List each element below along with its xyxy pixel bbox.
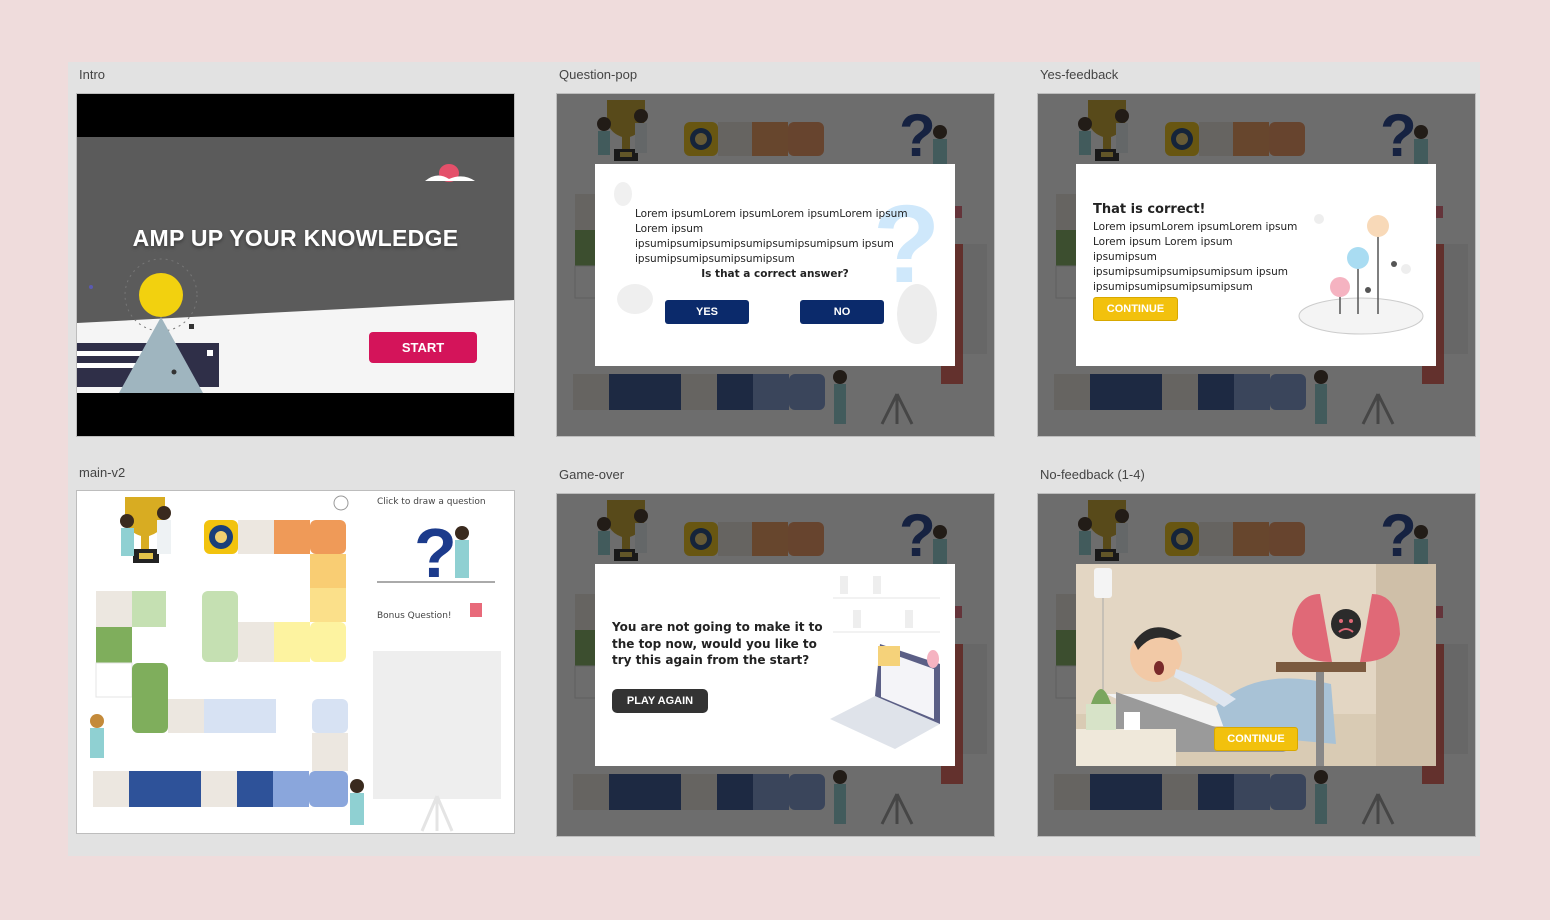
yes-button[interactable]: YES [665,300,749,324]
game-over-message: You are not going to make it to the top … [612,620,823,667]
frame-no-feedback: CONTINUE [1037,493,1476,837]
frame-intro: AMP UP YOUR KNOWLEDGE START [76,93,515,437]
game-board: ? [90,495,501,832]
frame-game-over: You are not going to make it to the top … [556,493,995,837]
frame-label-question-pop: Question-pop [559,67,638,82]
question-modal: ? Lorem ipsumLorem ipsumLorem ipsumLorem… [595,164,955,366]
continue-button[interactable]: CONTINUE [1093,297,1178,321]
start-button[interactable]: START [369,332,477,363]
play-again-button[interactable]: PLAY AGAIN [612,689,708,713]
draw-question-hint[interactable]: Click to draw a question [377,495,486,510]
svg-text:?: ? [414,514,457,592]
frame-label-game-over: Game-over [559,467,625,482]
frame-label-no-feedback: No-feedback (1-4) [1040,467,1145,482]
no-button[interactable]: NO [800,300,884,324]
question-prompt: Is that a correct answer? [701,268,849,280]
game-over-modal: You are not going to make it to the top … [595,564,955,766]
frame-main-v2: ? Click to draw a question Bonus Questio… [76,490,515,834]
frame-label-main-v2: main-v2 [79,465,126,480]
frame-label-intro: Intro [79,67,106,82]
intro-title: AMP UP YOUR KNOWLEDGE [132,225,459,251]
no-feedback-modal: CONTINUE [1076,564,1436,766]
correct-body: Lorem ipsumLorem ipsumLorem ipsum Lorem … [1093,221,1298,293]
intro-stage: AMP UP YOUR KNOWLEDGE START [77,137,514,393]
continue-button[interactable]: CONTINUE [1214,727,1298,751]
correct-modal: That is correct! Lorem ipsumLorem ipsumL… [1076,164,1436,366]
question-body: Lorem ipsumLorem ipsumLorem ipsumLorem i… [635,208,908,265]
frame-yes-feedback: That is correct! Lorem ipsumLorem ipsumL… [1037,93,1476,437]
correct-heading: That is correct! [1093,202,1206,217]
bonus-question-label: Bonus Question! [377,611,452,621]
frame-question-pop: ? Lorem ipsumLorem ipsumLorem ipsumLorem… [556,93,995,437]
frame-label-yes-feedback: Yes-feedback [1040,67,1119,82]
